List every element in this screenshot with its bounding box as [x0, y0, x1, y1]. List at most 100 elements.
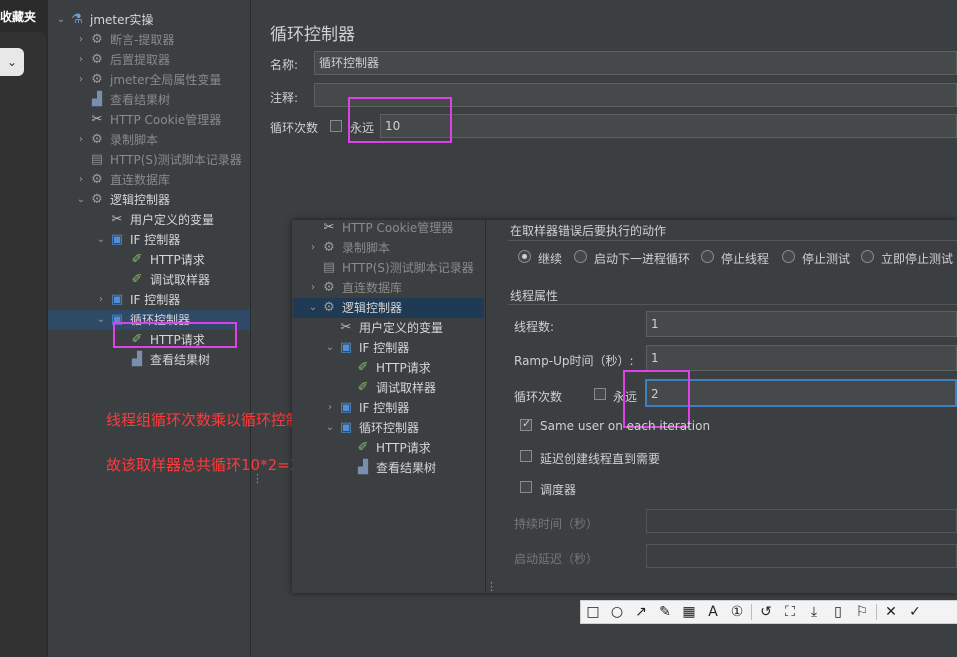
tree-item-label: HTTP(S)测试脚本记录器 [110, 153, 242, 167]
pin-icon[interactable]: ⚐ [850, 601, 874, 623]
name-field[interactable]: 循环控制器 [314, 51, 957, 75]
tree-item[interactable]: ✐ HTTP请求 [114, 250, 205, 270]
rect-icon[interactable]: □ [581, 601, 605, 623]
tree-item-label: jmeter全局属性变量 [110, 73, 222, 87]
confirm-icon[interactable]: ✓ [903, 601, 927, 623]
tree-item[interactable]: ✐ 调试取样器 [114, 270, 210, 290]
flask-icon: ⚗ [71, 12, 83, 27]
tree-item-label: IF 控制器 [130, 293, 181, 307]
error-action-radio-label: 停止线程 [721, 252, 770, 266]
error-action-radio-label: 继续 [538, 252, 563, 266]
threads-field[interactable]: 1 [646, 311, 957, 337]
phone-icon[interactable]: ▯ [826, 601, 850, 623]
tree-item[interactable]: › ⚙ 后置提取器 [74, 50, 170, 70]
chevron-right-icon[interactable]: › [323, 398, 337, 418]
number-icon[interactable]: ① [725, 601, 749, 623]
overlay-tree-item[interactable]: ✐ HTTP请求 [340, 358, 431, 378]
chevron-right-icon[interactable]: › [74, 130, 88, 150]
chevron-right-icon[interactable]: › [74, 50, 88, 70]
gear-icon: ⚙ [91, 172, 103, 187]
gear-icon: ⚙ [323, 240, 335, 255]
overlay-tree-item-label: 循环控制器 [359, 421, 420, 435]
overlay-tree-item[interactable]: › ⚙ 录制脚本 [306, 238, 390, 258]
chevron-right-icon[interactable]: › [74, 70, 88, 90]
error-action-radio[interactable] [782, 250, 795, 263]
overlay-tree-item-label: 查看结果树 [376, 461, 437, 475]
scheduler-checkbox[interactable] [520, 481, 532, 493]
download-icon[interactable]: ⤓ [802, 601, 826, 623]
overlay-tree-item[interactable]: ✂ 用户定义的变量 [323, 318, 443, 338]
tree-item[interactable]: › ⚙ 录制脚本 [74, 130, 158, 150]
tree-item[interactable]: › ⚙ 断言-提取器 [74, 30, 174, 50]
chevron-down-icon[interactable]: ⌄ [94, 230, 108, 250]
overlay-tree-item[interactable]: ✂ HTTP Cookie管理器 [306, 218, 454, 238]
error-action-radio[interactable] [861, 250, 874, 263]
overlay-tree-item[interactable]: ⌄ ▣ 循环控制器 [323, 418, 419, 438]
arrow-icon[interactable]: ↗ [629, 601, 653, 623]
chevron-right-icon[interactable]: › [306, 238, 320, 258]
chevron-down-icon[interactable]: ⌄ [54, 10, 68, 30]
error-action-radio[interactable] [518, 250, 531, 263]
tree-item[interactable]: › ⚙ 直连数据库 [74, 170, 170, 190]
overlay-tree-item[interactable]: ⌄ ⚙ 逻辑控制器 [306, 298, 402, 318]
chart-icon: ▟ [92, 92, 102, 107]
favorites-dropdown-button[interactable]: ⌄ [0, 48, 24, 76]
forever-checkbox[interactable] [330, 120, 342, 132]
pipette-icon: ✐ [131, 252, 143, 267]
overlay-loop-count-field[interactable]: 2 [645, 379, 957, 407]
delay-thread-checkbox[interactable] [520, 450, 532, 462]
tree-item[interactable]: ▟ 查看结果树 [74, 90, 170, 110]
chevron-down-icon[interactable]: ⌄ [74, 190, 88, 210]
error-action-radio[interactable] [574, 250, 587, 263]
overlay-tree-item[interactable]: ⌄ ▣ IF 控制器 [323, 338, 409, 358]
tree-item[interactable]: ▤ HTTP(S)测试脚本记录器 [74, 150, 242, 170]
tree-item[interactable]: ✂ HTTP Cookie管理器 [74, 110, 222, 130]
controller-icon: ▣ [110, 292, 124, 307]
controller-icon: ▣ [339, 420, 353, 435]
same-user-checkbox[interactable] [520, 417, 532, 431]
tree-item[interactable]: ⌄ ▣ IF 控制器 [94, 230, 180, 250]
loop-count-field[interactable]: 10 [380, 114, 957, 138]
circle-icon[interactable]: ○ [605, 601, 629, 623]
tree-item-label: 录制脚本 [110, 133, 159, 147]
controller-icon: ▣ [339, 340, 353, 355]
overlay-tree-item-label: 调试取样器 [376, 381, 437, 395]
overlay-tree-item-label: IF 控制器 [359, 401, 410, 415]
overlay-tree-item[interactable]: › ⚙ 直连数据库 [306, 278, 402, 298]
rampup-field[interactable]: 1 [646, 345, 957, 371]
chevron-right-icon[interactable]: › [306, 278, 320, 298]
tree-item-label: 调试取样器 [150, 273, 211, 287]
tree-item[interactable]: ✂ 用户定义的变量 [94, 210, 214, 230]
overlay-tree-item[interactable]: ✐ HTTP请求 [340, 438, 431, 458]
overlay-tree-item[interactable]: ▤ HTTP(S)测试脚本记录器 [306, 258, 474, 278]
undo-icon[interactable]: ↺ [754, 601, 778, 623]
ocr-icon[interactable]: ⛶ [778, 601, 802, 623]
overlay-forever-checkbox[interactable] [594, 388, 606, 400]
overlay-tree-item[interactable]: ▟ 查看结果树 [340, 458, 436, 478]
chevron-right-icon[interactable]: › [74, 170, 88, 190]
overlay-tree-item[interactable]: ✐ 调试取样器 [340, 378, 436, 398]
pen-icon[interactable]: ✎ [653, 601, 677, 623]
tree-item[interactable]: › ⚙ jmeter全局属性变量 [74, 70, 221, 90]
chevron-down-icon[interactable]: ⌄ [323, 338, 337, 358]
tree-item[interactable]: ▟ 查看结果树 [114, 350, 210, 370]
text-icon[interactable]: A [701, 601, 725, 623]
chevron-down-icon[interactable]: ⌄ [323, 418, 337, 438]
thread-props-title: 线程属性 [510, 289, 559, 303]
overlay-tree-item[interactable]: › ▣ IF 控制器 [323, 398, 409, 418]
error-action-radio[interactable] [701, 250, 714, 263]
tree-item[interactable]: ⌄ ⚗ jmeter实操 [54, 10, 154, 30]
chevron-down-icon[interactable]: ⌄ [306, 298, 320, 318]
startup-delay-label: 启动延迟（秒） [514, 552, 599, 566]
chevron-right-icon[interactable]: › [94, 290, 108, 310]
tree-item-label: jmeter实操 [90, 13, 154, 27]
highlight-box-http-request [113, 322, 237, 348]
toolbar-separator [876, 604, 877, 620]
close-icon[interactable]: ✕ [879, 601, 903, 623]
mosaic-icon[interactable]: ▦ [677, 601, 701, 623]
tree-item[interactable]: › ▣ IF 控制器 [94, 290, 180, 310]
chevron-right-icon[interactable]: › [74, 30, 88, 50]
chevron-down-icon[interactable]: ⌄ [94, 310, 108, 330]
overlay-splitter [485, 220, 495, 593]
tree-item[interactable]: ⌄ ⚙ 逻辑控制器 [74, 190, 170, 210]
